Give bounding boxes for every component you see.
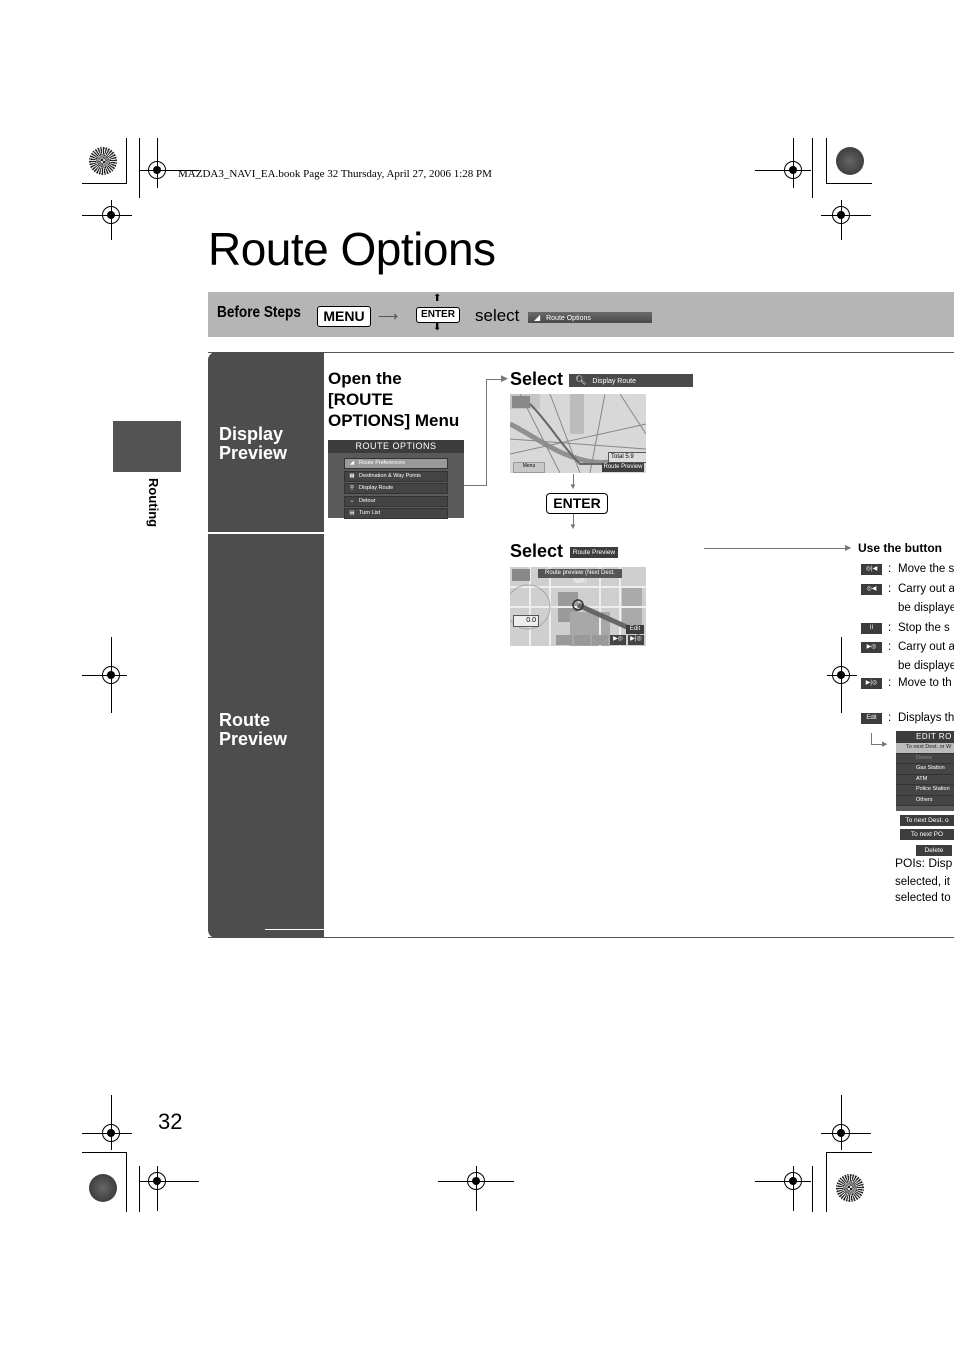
play-icon: ▶◎ bbox=[861, 642, 882, 653]
side-tab-block bbox=[113, 421, 181, 472]
enter-key: ENTER bbox=[416, 307, 460, 323]
edit-label-button: To next PO bbox=[900, 829, 954, 840]
screen-title: ROUTE OPTIONS bbox=[328, 440, 464, 453]
color-rosette-icon bbox=[89, 1174, 117, 1202]
display-route-item: 🔍︎ Display Route bbox=[569, 374, 693, 387]
play-icon: ▶◎ bbox=[610, 635, 626, 645]
edit-route-menu-item[interactable]: Police Station bbox=[896, 785, 954, 796]
rewind-icon: ◎◀ bbox=[861, 584, 882, 595]
magnifier-icon: 🔍︎ bbox=[575, 375, 587, 385]
button-description: Carry out a bbox=[898, 641, 954, 653]
colon-separator: : bbox=[888, 583, 892, 595]
arrow-down-icon: ▼ bbox=[569, 482, 577, 491]
colon-separator: : bbox=[888, 677, 892, 689]
pause-icon: II bbox=[861, 623, 882, 634]
color-rosette-icon bbox=[836, 1174, 864, 1202]
enter-key: ENTER bbox=[546, 493, 608, 514]
magnifier-icon: ⚲ bbox=[349, 485, 355, 491]
button-description: Stop the s bbox=[898, 622, 950, 634]
route-options-menu-item[interactable]: ◢ Route Preferences bbox=[344, 458, 448, 469]
pois-text-2: selected, it bbox=[895, 876, 950, 888]
pause-icon bbox=[592, 635, 608, 645]
side-tab-label: Routing bbox=[146, 478, 161, 528]
step2-select-word: Select bbox=[510, 369, 564, 389]
arrow-right-icon: ⟶ bbox=[378, 308, 399, 324]
route-options-screen: ROUTE OPTIONS ◢ Route Preferences ▦ Destina… bbox=[328, 440, 464, 519]
detour-icon: ⌣ bbox=[350, 497, 354, 504]
button-description: Displays th bbox=[898, 712, 954, 724]
rewind-to-start-icon: ◎|◀ bbox=[861, 564, 882, 575]
route-preview-map-button: Route Preview bbox=[602, 463, 644, 472]
edit-route-menu-item[interactable]: ATM bbox=[896, 774, 954, 785]
print-header: MAZDA3_NAVI_EA.book Page 32 Thursday, Ap… bbox=[178, 168, 492, 180]
route-preview-item: Route Preview bbox=[570, 547, 618, 558]
arrow-down-icon: ⬇ bbox=[433, 322, 442, 333]
colon-separator: : bbox=[888, 563, 892, 575]
skip-to-end-icon: ▶|◎ bbox=[628, 635, 644, 645]
arrow-right-icon: ▶ bbox=[882, 741, 888, 748]
edit-route-screen: EDIT RO To next Dest. or W Delete Gas Stat… bbox=[896, 731, 954, 811]
edit-icon: Edit bbox=[861, 713, 882, 724]
step3-select-word: Select bbox=[510, 541, 564, 561]
route-options-menu-item[interactable]: ⌣ Detour bbox=[344, 495, 448, 507]
section-title: Route Preview bbox=[219, 710, 288, 749]
section-route-preview: Route Preview bbox=[208, 534, 324, 938]
arrow-up-icon: ⬆ bbox=[433, 293, 442, 304]
arrow-down-icon: ▼ bbox=[569, 522, 577, 531]
button-description: Move to th bbox=[898, 677, 952, 689]
route-preferences-icon: ◢ bbox=[349, 460, 355, 466]
edit-label-button: Delete bbox=[916, 845, 952, 856]
edit-route-menu-item[interactable]: Delete bbox=[896, 753, 954, 764]
menu-key: MENU bbox=[317, 306, 371, 327]
pois-text-3: selected to bbox=[895, 892, 951, 904]
destination-icon: ▦ bbox=[349, 472, 355, 479]
section-display-preview: Display Preview bbox=[208, 352, 324, 532]
page-number: 32 bbox=[158, 1109, 183, 1134]
turn-list-icon: ▤ bbox=[349, 510, 355, 516]
color-rosette-icon bbox=[836, 147, 864, 175]
before-steps-bar: Before Steps MENU ⟶ ⬆ ENTER ⬇ select ◢ R… bbox=[208, 292, 954, 337]
route-preview-banner: Route preview (Next Dest. /WP) bbox=[538, 569, 622, 585]
colon-separator: : bbox=[888, 641, 892, 653]
preview-controls: ▶◎ ▶|◎ bbox=[556, 635, 644, 645]
arrow-right-icon: ▶ bbox=[845, 543, 852, 552]
edit-button: Edit bbox=[626, 625, 644, 634]
route-options-menu-item[interactable]: ⚲ Display Route bbox=[344, 483, 448, 494]
colon-separator: : bbox=[888, 712, 892, 724]
select-word: select bbox=[475, 306, 520, 325]
step1-heading: Open the [ROUTE OPTIONS] Menu bbox=[328, 369, 460, 430]
total-distance: Total 5.9 bbox=[608, 452, 646, 463]
edit-label-button: To next Dest. o bbox=[900, 815, 954, 826]
route-preferences-icon: ◢ bbox=[534, 313, 541, 322]
route-options-menu-item[interactable]: ▦ Destination & Way Points bbox=[344, 470, 448, 482]
edit-route-menu-item[interactable]: Others bbox=[896, 795, 954, 806]
rewind-icon bbox=[574, 635, 590, 645]
color-rosette-icon bbox=[89, 147, 117, 175]
edit-route-menu-item[interactable]: Gas Station bbox=[896, 764, 954, 775]
route-preview-map: Route preview (Next Dest. /WP) 0.0 Edit … bbox=[510, 567, 646, 646]
route-options-item: ◢ Route Options bbox=[528, 312, 652, 323]
skip-to-end-icon: ▶|◎ bbox=[861, 678, 882, 689]
button-description: Carry out a bbox=[898, 583, 954, 595]
display-route-map: Menu Total 5.9 Route Preview bbox=[510, 394, 646, 473]
buttons-heading: Use the button bbox=[858, 541, 942, 555]
button-description-cont: be displaye bbox=[898, 660, 954, 672]
map-menu-button: Menu bbox=[513, 462, 545, 473]
before-steps-label: Before Steps bbox=[217, 304, 301, 321]
pois-text-1: POIs: Disp bbox=[895, 856, 953, 870]
route-options-menu-item[interactable]: ▤ Turn List bbox=[344, 508, 448, 519]
colon-separator: : bbox=[888, 622, 892, 634]
button-description: Move the s bbox=[898, 563, 954, 575]
screen-title: EDIT RO bbox=[896, 731, 954, 743]
edit-route-menu-item[interactable]: To next Dest. or W bbox=[896, 743, 954, 754]
rewind-to-start-icon bbox=[556, 635, 572, 645]
distance-readout: 0.0 bbox=[513, 615, 539, 627]
button-description-cont: be displaye bbox=[898, 602, 954, 614]
arrow-right-icon: ▶ bbox=[501, 373, 508, 383]
page-title: Route Options bbox=[208, 223, 496, 275]
section-title: Display Preview bbox=[219, 424, 288, 463]
